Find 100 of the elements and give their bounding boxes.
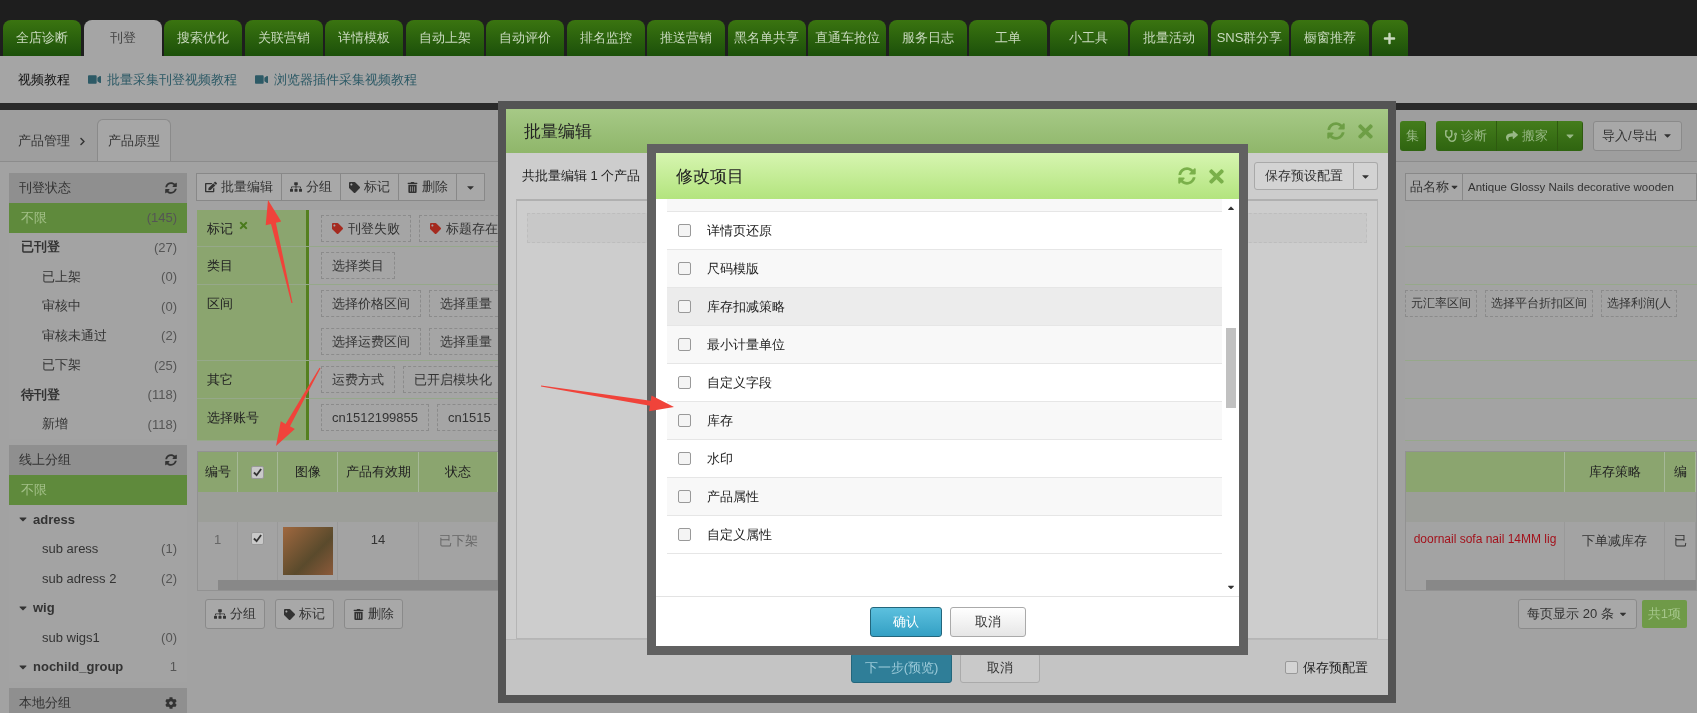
item-checkbox[interactable] <box>678 338 691 351</box>
item-checkbox[interactable] <box>678 414 691 427</box>
collect-button[interactable]: 集 <box>1400 120 1426 151</box>
item-count: (1) <box>161 541 177 557</box>
stethoscope-icon <box>1445 129 1457 142</box>
video-camera-icon <box>88 73 101 86</box>
add-tab[interactable] <box>1371 20 1408 56</box>
row-checkbox[interactable] <box>251 532 264 545</box>
nav-tab[interactable]: 刊登 <box>83 20 162 56</box>
dropdown-toggle[interactable] <box>1558 120 1583 151</box>
toolbar-button[interactable]: 标记 <box>340 173 399 201</box>
item-checkbox[interactable] <box>678 452 691 465</box>
item-count: (0) <box>161 629 177 645</box>
nav-tab[interactable]: 关联营销 <box>244 20 323 56</box>
dialog-title: 修改项目 <box>676 165 744 188</box>
nav-tab[interactable]: 黑名单共享 <box>727 20 806 56</box>
filter-chip[interactable]: cn1512199855 <box>321 404 430 431</box>
item-label: 新增 <box>42 415 68 434</box>
nav-tab[interactable]: 工单 <box>969 20 1047 56</box>
item-count: 1 <box>169 659 177 675</box>
scrollbar-thumb[interactable] <box>1225 327 1236 408</box>
refresh-icon[interactable] <box>165 454 177 466</box>
cancel-button[interactable]: 取消 <box>949 606 1026 637</box>
nav-tab[interactable]: 自动上架 <box>405 20 484 56</box>
filter-chip[interactable]: 刊登失败 <box>321 215 411 242</box>
nav-tab[interactable]: 橱窗推荐 <box>1291 20 1369 56</box>
horizontal-scrollbar[interactable] <box>218 580 498 590</box>
move-button[interactable]: 搬家 <box>1497 120 1558 151</box>
select-all-checkbox[interactable] <box>251 465 264 479</box>
nav-tab[interactable]: 自动评价 <box>486 20 564 56</box>
page-size-dropdown[interactable]: 每页显示 20 条 <box>1518 599 1637 629</box>
diagnose-button[interactable]: 诊断 <box>1436 120 1497 151</box>
search-field[interactable]: Antique Glossy Nails decorative wooden <box>1463 173 1697 201</box>
item-count: (118) <box>147 387 177 403</box>
list-item[interactable]: 库存扣减策略 <box>667 288 1222 326</box>
video-camera-icon <box>255 73 268 86</box>
list-item[interactable]: 尺码模版 <box>667 250 1222 288</box>
item-label: sub wigs1 <box>42 629 100 645</box>
item-checkbox[interactable] <box>678 300 691 313</box>
breadcrumb-tab[interactable]: 产品原型 <box>97 119 171 161</box>
item-checkbox[interactable] <box>678 490 691 503</box>
refresh-icon[interactable] <box>165 182 177 194</box>
action-button[interactable]: 删除 <box>344 599 403 629</box>
item-label: 已上架 <box>42 267 81 286</box>
preset-dropdown-toggle[interactable] <box>1354 162 1378 190</box>
item-label: 不限 <box>21 208 47 227</box>
tutorial-link[interactable]: 批量采集刊登视频教程 <box>88 70 237 89</box>
list-item[interactable]: 库存 <box>667 402 1222 440</box>
item-checkbox[interactable] <box>678 528 691 541</box>
filter-chip[interactable]: 选择运费区间 <box>321 328 421 355</box>
trash-icon <box>407 181 418 193</box>
sitemap-icon <box>290 181 302 193</box>
toolbar-button[interactable]: 分组 <box>281 173 341 201</box>
nav-tab[interactable]: 推送营销 <box>647 20 725 56</box>
filter-chip[interactable]: 选择价格区间 <box>321 290 421 317</box>
nav-tab[interactable]: 排名监控 <box>566 20 645 56</box>
item-checkbox[interactable] <box>678 224 691 237</box>
tag-icon <box>284 608 295 620</box>
item-label: 已下架 <box>42 356 81 375</box>
toolbar-button[interactable]: 删除 <box>398 173 457 201</box>
filter-chip[interactable]: 选择类目 <box>321 252 395 279</box>
item-checkbox[interactable] <box>678 376 691 389</box>
save-preset-button[interactable]: 保存预设配置 <box>1254 162 1354 190</box>
settings-icon[interactable] <box>165 696 177 709</box>
photo-placeholder <box>282 527 333 575</box>
search-field-dropdown[interactable]: 品名称 <box>1405 173 1463 201</box>
breadcrumb-tab[interactable]: 产品管理 <box>8 121 97 161</box>
nav-tab[interactable]: 直通车抢位 <box>808 20 886 56</box>
list-item[interactable]: 产品属性 <box>667 478 1222 516</box>
nav-tab[interactable]: SNS群分享 <box>1210 20 1289 56</box>
nav-tab[interactable]: 服务日志 <box>888 20 967 56</box>
save-preset-checkbox[interactable] <box>1285 661 1298 674</box>
nav-tab[interactable]: 详情模板 <box>325 20 403 56</box>
section-title: 本地分组 <box>19 693 71 712</box>
filter-chip[interactable]: 选择利润(人 <box>1601 290 1677 317</box>
nav-tab[interactable]: 批量活动 <box>1130 20 1208 56</box>
filter-chip[interactable]: 选择平台折扣区间 <box>1485 290 1593 317</box>
filter-label: 其它 <box>207 371 233 389</box>
horizontal-scrollbar[interactable] <box>1426 580 1696 590</box>
list-item[interactable]: 最小计量单位 <box>667 326 1222 364</box>
filter-chip[interactable]: 运费方式 <box>321 366 395 393</box>
tag-icon <box>430 223 441 234</box>
tag-icon <box>349 181 360 193</box>
nav-tab[interactable]: 搜索优化 <box>164 20 242 56</box>
action-button[interactable]: 分组 <box>205 599 265 629</box>
item-label: 待刊登 <box>21 385 60 404</box>
tag-icon <box>332 223 343 234</box>
remove-icon[interactable] <box>238 220 249 231</box>
import-export-dropdown[interactable]: 导入/导出 <box>1593 120 1682 151</box>
nav-tab[interactable]: 小工具 <box>1049 20 1128 56</box>
refresh-icon[interactable] <box>1178 167 1196 185</box>
toolbar-button[interactable]: 批量编辑 <box>196 173 282 201</box>
chevron-icon <box>78 136 87 146</box>
nav-tab[interactable]: 全店诊断 <box>3 20 81 56</box>
item-checkbox[interactable] <box>678 262 691 275</box>
action-button[interactable]: 标记 <box>275 599 334 629</box>
video-tutorials-title: 视频教程 <box>18 70 70 89</box>
filter-chip[interactable]: 元汇率区间 <box>1405 290 1477 317</box>
more-dropdown[interactable] <box>456 173 485 201</box>
tutorial-link[interactable]: 浏览器插件采集视频教程 <box>255 70 417 89</box>
